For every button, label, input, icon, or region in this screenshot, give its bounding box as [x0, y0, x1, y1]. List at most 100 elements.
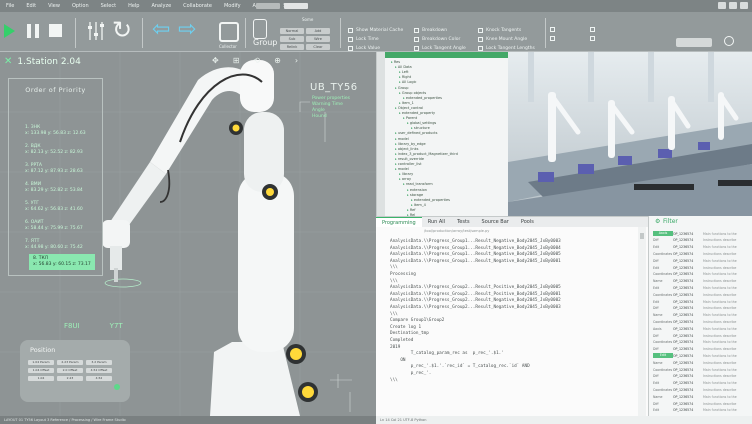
some-button[interactable]: Relink — [280, 44, 304, 50]
priority-row[interactable]: 8. ТКЛ x: 56.83 y: 60.15 z: 73.17 — [29, 254, 95, 270]
tree-item[interactable]: ▸ read_transform — [403, 182, 433, 186]
tree-item[interactable]: ▸ storage — [407, 193, 423, 197]
tree-item[interactable]: ▸ object_links — [395, 147, 418, 151]
position-field[interactable]: 2.23 Param — [57, 360, 83, 365]
code-editor[interactable]: Programming Run All Tests Source Bar Pools /… — [376, 216, 648, 417]
toolbar-search-input[interactable] — [676, 38, 712, 47]
priority-row[interactable]: 7. ЯТТ x: 44.98 y: 80.60 z: 75.42 — [25, 239, 83, 251]
priority-row[interactable]: 2. ВДК x: 82.13 y: 52.52 z: 82.93 — [25, 144, 83, 156]
minimize-button[interactable] — [718, 2, 726, 9]
checkbox[interactable] — [478, 28, 483, 33]
menu-item[interactable]: File — [0, 3, 20, 9]
some-button[interactable]: Sub — [280, 36, 304, 42]
position-field[interactable]: 4.52 Offset — [86, 368, 112, 373]
menu-item[interactable]: Select — [95, 3, 122, 9]
tree-item[interactable]: ▸ Object_control — [395, 106, 423, 110]
tree-item[interactable]: ▸ controller_list — [395, 162, 421, 166]
toggle-item[interactable] — [590, 27, 595, 32]
tab-programming[interactable]: Programming — [376, 217, 422, 227]
tree-item[interactable]: ▸ library — [399, 172, 413, 176]
checkbox-item[interactable]: Breakdown — [414, 28, 466, 33]
position-field[interactable]: 4.52 — [86, 376, 112, 381]
refresh-icon[interactable]: ↻ — [112, 18, 132, 42]
tree-item[interactable]: ▸ result_override — [395, 157, 424, 161]
position-field[interactable]: 1.04 — [28, 376, 54, 381]
target-icon[interactable]: ⊕ — [274, 56, 281, 65]
maximize-button[interactable] — [729, 2, 737, 9]
menu-item[interactable]: Analyze — [145, 3, 177, 9]
tree-item[interactable]: ▸ extended_properties — [411, 198, 450, 202]
tab-pools[interactable]: Pools — [515, 217, 540, 227]
tree-item[interactable]: ▸ model — [395, 167, 409, 171]
tree-item[interactable]: ▸ structure — [411, 126, 430, 130]
tree-item[interactable]: ▸ array — [399, 177, 411, 181]
priority-row[interactable]: 5. УТГ x: 64.62 y: 56.83 z: 41.60 — [25, 201, 83, 213]
tree-item[interactable]: ▸ Right — [399, 75, 411, 79]
rotate-icon[interactable]: ⟲ — [253, 56, 260, 65]
some-button[interactable]: Wire — [306, 36, 330, 42]
checkbox-item[interactable]: Breakdown Color — [414, 37, 466, 42]
checkbox-item[interactable]: Knee Mount Angle — [478, 37, 535, 42]
checkbox[interactable] — [478, 46, 483, 51]
priority-row[interactable]: 3. РРТА x: 87.12 y: 87.93 z: 28.63 — [25, 163, 83, 175]
tree-item[interactable]: ▸ Group objects — [399, 91, 426, 95]
group-icon[interactable] — [253, 19, 267, 39]
menu-item[interactable]: Collaborate — [177, 3, 218, 9]
close-icon[interactable]: ✕ — [4, 56, 12, 67]
toggle-item[interactable] — [550, 36, 555, 41]
play-icon[interactable] — [4, 24, 15, 38]
checkbox-item[interactable]: Knock Tangents — [478, 28, 535, 33]
checkbox[interactable] — [348, 37, 353, 42]
filter-row[interactable]: Edit OP_1236574 Main functions to the — [653, 407, 751, 414]
collector-icon[interactable] — [219, 22, 239, 42]
position-field[interactable]: 2.0 Offset — [57, 368, 83, 373]
tree-item[interactable]: ▸ Item_1 — [399, 101, 414, 105]
settings-icon[interactable] — [724, 36, 734, 46]
checkbox[interactable] — [348, 28, 353, 33]
tree-item[interactable]: ▸ user_defined_products — [395, 131, 437, 135]
tree-item[interactable]: ▸ Group — [395, 86, 409, 90]
tree-item[interactable]: ▸ All Data — [395, 65, 412, 69]
menu-item[interactable]: View — [42, 3, 66, 9]
position-field[interactable]: 1.04 Offset — [28, 368, 54, 373]
position-field[interactable]: 3.2 Param — [86, 360, 112, 365]
close-button[interactable] — [740, 2, 748, 9]
menu-item[interactable]: Modify — [218, 3, 247, 9]
tree-item[interactable]: ▸ Item_4 — [411, 203, 426, 207]
tree-item[interactable]: ▸ library_by_edge — [395, 142, 426, 146]
menu-item[interactable]: Help — [122, 3, 145, 9]
arrow-left-icon[interactable]: ⇦ — [152, 18, 170, 42]
position-field[interactable]: 1.04 Param — [28, 360, 54, 365]
checkbox-item[interactable]: Lock Time — [348, 37, 403, 42]
priority-row[interactable]: 6. ОАИТ x: 58.44 y: 75.99 z: 75.67 — [25, 220, 83, 232]
tree-item[interactable]: ▸ All Logic — [399, 80, 416, 84]
tab-source-bar[interactable]: Source Bar — [476, 217, 515, 227]
tree-item[interactable]: ▸ Ref — [407, 208, 416, 212]
checkbox-item[interactable]: Show Material Cache — [348, 28, 403, 33]
priority-row[interactable]: 1. ЗНК x: 133.98 y: 56.83 z: 12.63 — [25, 125, 86, 137]
stop-icon[interactable] — [49, 24, 62, 37]
status-dot[interactable] — [114, 384, 120, 390]
tree-item[interactable]: ▸ Res — [391, 60, 400, 64]
checkbox[interactable] — [414, 37, 419, 42]
tree-item[interactable]: ▸ model — [395, 137, 409, 141]
some-button[interactable]: Normal — [280, 28, 304, 34]
tree-item[interactable]: ▸ Left — [399, 70, 408, 74]
tab-tests[interactable]: Tests — [451, 217, 475, 227]
tree-item[interactable]: ▸ index_3_product_Magnetizer_third — [395, 152, 458, 156]
some-button[interactable]: Clear — [306, 44, 330, 50]
checkbox[interactable] — [414, 46, 419, 51]
3d-viewport[interactable]: ✕ 1.Station 2.04 ✥ ⊞ ⟲ ⊕ › Order of Prio… — [0, 52, 376, 416]
toggle-item[interactable] — [590, 36, 595, 41]
checkbox[interactable] — [478, 37, 483, 42]
move-icon[interactable]: ✥ — [212, 56, 219, 65]
menu-item[interactable]: Edit — [20, 3, 42, 9]
menu-search-field[interactable] — [284, 3, 308, 9]
sliders-icon[interactable] — [87, 20, 105, 42]
editor-scrollbar[interactable] — [638, 227, 646, 417]
arrow-right-icon[interactable]: ⇨ — [178, 18, 196, 42]
grid-icon[interactable]: ⊞ — [233, 56, 240, 65]
tree-item[interactable]: ▸ extension — [407, 188, 427, 192]
menu-item[interactable]: Option — [66, 3, 95, 9]
checkbox[interactable] — [414, 28, 419, 33]
